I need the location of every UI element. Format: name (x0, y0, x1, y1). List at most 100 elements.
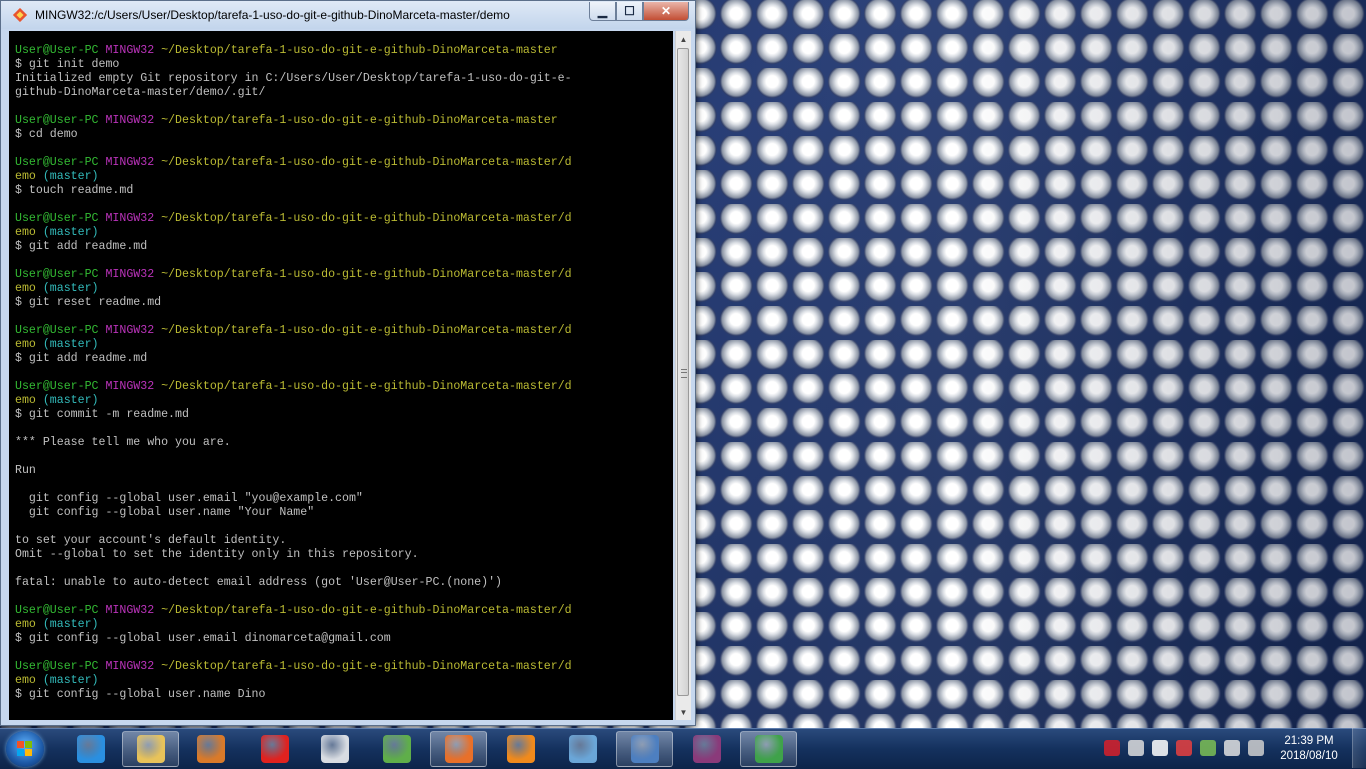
terminal-segment: MINGW32 (105, 380, 162, 393)
show-desktop-button[interactable] (1352, 728, 1366, 768)
taskbar-button[interactable] (122, 731, 179, 767)
signal-icon[interactable] (1152, 740, 1168, 756)
terminal-line: $ git add readme.md (15, 240, 572, 254)
terminal-segment: emo (15, 226, 43, 239)
acrobat-icon[interactable] (1104, 740, 1120, 756)
terminal-segment: MINGW32 (105, 268, 162, 281)
terminal-segment: User@User-PC (15, 604, 106, 617)
winrar-icon (692, 735, 721, 763)
terminal-segment: MINGW32 (105, 114, 162, 127)
terminal-segment: emo (15, 282, 43, 295)
terminal-segment: $ git config --global user.email dinomar… (15, 632, 391, 645)
terminal-line: emo (master) (15, 618, 572, 632)
git-bash-icon (13, 8, 27, 22)
terminal-output[interactable]: User@User-PC MINGW32 ~/Desktop/tarefa-1-… (9, 31, 673, 720)
terminal-line: $ git add readme.md (15, 352, 572, 366)
terminal-line: User@User-PC MINGW32 ~/Desktop/tarefa-1-… (15, 44, 572, 58)
scroll-up-arrow-icon[interactable]: ▲ (676, 31, 691, 47)
terminal-segment: emo (15, 170, 43, 183)
terminal-line: User@User-PC MINGW32 ~/Desktop/tarefa-1-… (15, 604, 572, 618)
terminal-segment: User@User-PC (15, 114, 106, 127)
terminal-segment: (master) (42, 226, 99, 239)
terminal-line: git config --global user.name "Your Name… (15, 506, 572, 520)
flag-error-icon[interactable] (1176, 740, 1192, 756)
terminal-segment: MINGW32 (105, 212, 162, 225)
clock-date: 2018/08/10 (1280, 750, 1338, 762)
firefox-icon (444, 735, 473, 763)
taskbar-button[interactable] (368, 731, 425, 767)
scroll-thumb[interactable] (677, 48, 689, 696)
clock[interactable]: 21:39 PM 2018/08/10 (1276, 734, 1342, 764)
terminal-line: $ git config --global user.email dinomar… (15, 632, 572, 646)
window-controls: ▁ ☐ ✕ (589, 2, 689, 22)
terminal-segment: ~/Desktop/tarefa-1-uso-do-git-e-github-D… (161, 660, 572, 673)
terminal-line: emo (master) (15, 674, 572, 688)
terminal-line: $ cd demo (15, 128, 572, 142)
terminal-segment: *** Please tell me who you are. (15, 436, 231, 449)
terminal-line: emo (master) (15, 226, 572, 240)
maximize-button[interactable]: ☐ (616, 2, 643, 21)
terminal-segment: Run (15, 464, 36, 477)
terminal-line: $ git commit -m readme.md (15, 408, 572, 422)
power-icon[interactable] (1248, 740, 1264, 756)
terminal-line: $ touch readme.md (15, 184, 572, 198)
title-bar[interactable]: MINGW32:/c/Users/User/Desktop/tarefa-1-u… (1, 1, 695, 29)
vlc-icon (506, 735, 535, 763)
internet-explorer-icon (76, 735, 105, 763)
vertical-scrollbar[interactable]: ▲ ▼ (675, 31, 691, 720)
terminal-segment: (master) (42, 170, 99, 183)
terminal-segment: MINGW32 (105, 44, 162, 57)
taskbar-button[interactable] (430, 731, 487, 767)
terminal-segment: User@User-PC (15, 156, 106, 169)
terminal-line: emo (master) (15, 170, 572, 184)
terminal-line: git config --global user.email "you@exam… (15, 492, 572, 506)
terminal-segment: User@User-PC (15, 268, 106, 281)
taskbar-button[interactable] (306, 731, 363, 767)
terminal-segment: emo (15, 618, 43, 631)
terminal-line: Run (15, 464, 572, 478)
notepad-chart-icon (382, 735, 411, 763)
taskbar-button[interactable] (616, 731, 673, 767)
terminal-line: *** Please tell me who you are. (15, 436, 572, 450)
terminal-segment: $ git add readme.md (15, 352, 148, 365)
minimize-button[interactable]: ▁ (589, 2, 616, 21)
webcam-icon[interactable] (1128, 740, 1144, 756)
close-button[interactable]: ✕ (643, 2, 689, 21)
scroll-down-arrow-icon[interactable]: ▼ (676, 704, 691, 720)
volume-icon[interactable] (1224, 740, 1240, 756)
taskbar-button[interactable] (62, 731, 119, 767)
terminal-segment: $ git config --global user.name Dino (15, 688, 266, 701)
terminal-segment: (master) (42, 618, 99, 631)
terminal-segment: emo (15, 674, 43, 687)
terminal-segment: ~/Desktop/tarefa-1-uso-do-git-e-github-D… (161, 156, 572, 169)
control-panel-icon (568, 735, 597, 763)
clock-time: 21:39 PM (1284, 735, 1334, 747)
terminal-line: Initialized empty Git repository in C:/U… (15, 72, 572, 86)
terminal-segment: to set your account's default identity. (15, 534, 287, 547)
start-button[interactable] (6, 731, 44, 767)
terminal-segment: $ cd demo (15, 128, 78, 141)
terminal-line: $ git config --global user.name Dino (15, 688, 572, 702)
terminal-segment: ~/Desktop/tarefa-1-uso-do-git-e-github-D… (161, 114, 558, 127)
network-icon[interactable] (1200, 740, 1216, 756)
taskbar-button[interactable] (182, 731, 239, 767)
terminal-line: github-DinoMarceta-master/demo/.git/ (15, 86, 572, 100)
taskbar-button[interactable] (554, 731, 611, 767)
terminal-line: emo (master) (15, 282, 572, 296)
terminal-segment: ~/Desktop/tarefa-1-uso-do-git-e-github-D… (161, 604, 572, 617)
terminal-segment: MINGW32 (105, 156, 162, 169)
terminal-window[interactable]: MINGW32:/c/Users/User/Desktop/tarefa-1-u… (0, 0, 696, 726)
terminal-segment: $ git init demo (15, 58, 120, 71)
taskbar-button[interactable] (492, 731, 549, 767)
taskbar-button[interactable] (246, 731, 303, 767)
taskbar-button[interactable] (678, 731, 735, 767)
taskbar-button[interactable] (740, 731, 797, 767)
terminal-segment: ~/Desktop/tarefa-1-uso-do-git-e-github-D… (161, 380, 572, 393)
terminal-line: $ git init demo (15, 58, 572, 72)
terminal-segment: emo (15, 338, 43, 351)
